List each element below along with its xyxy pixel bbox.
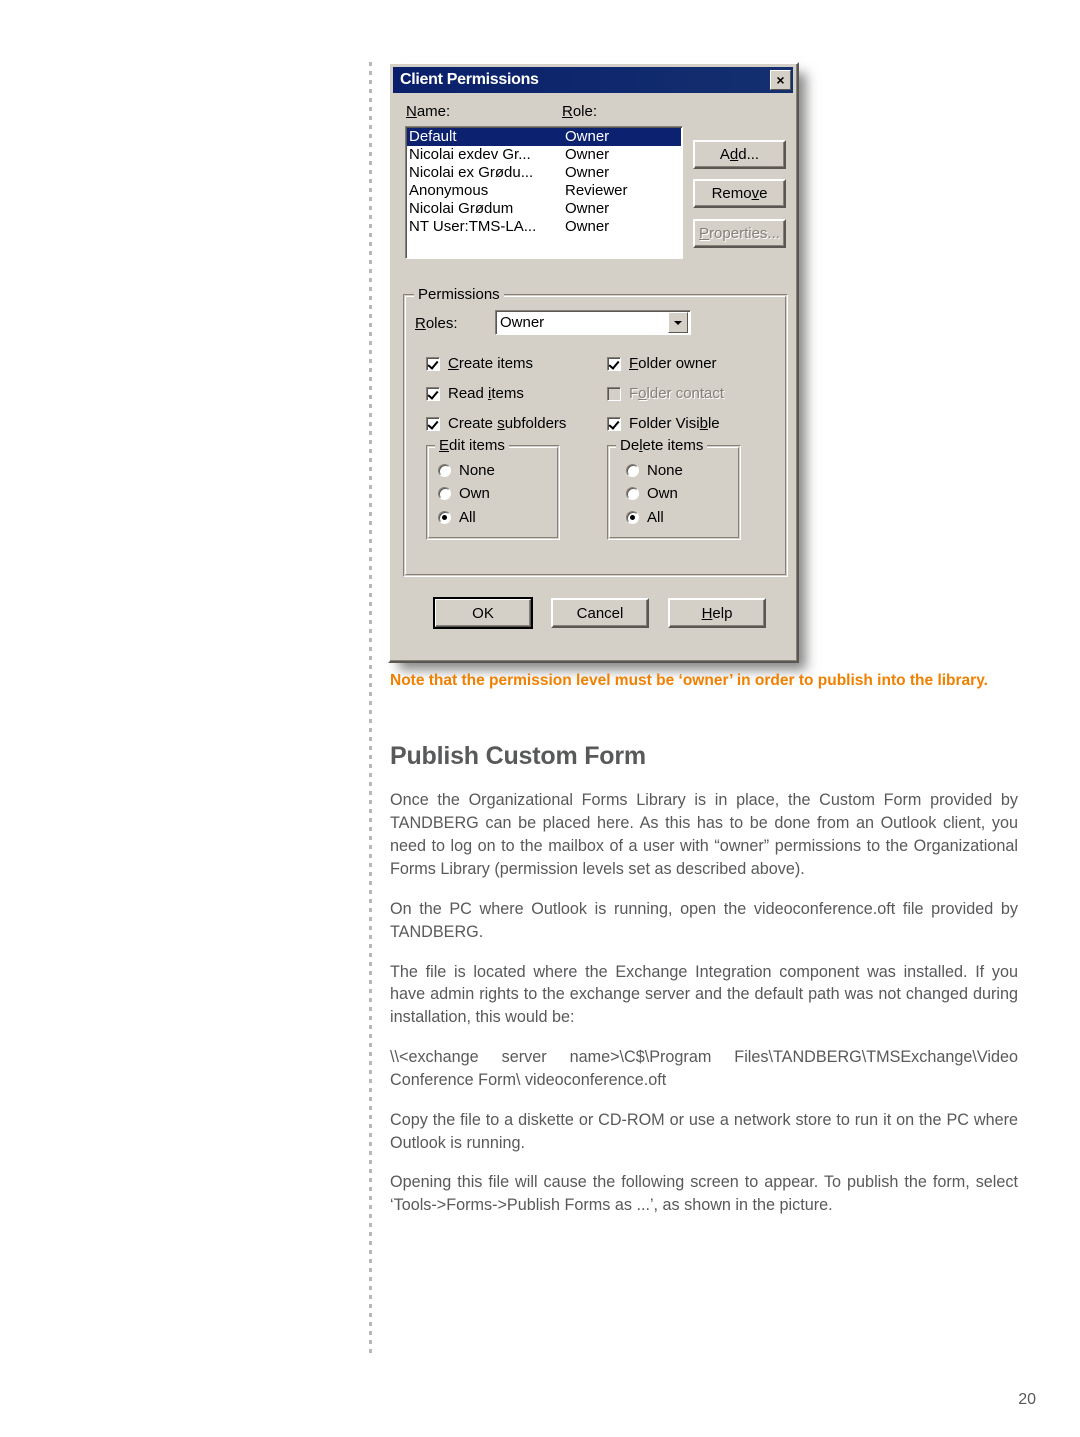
cancel-button-label: Cancel [576,604,624,622]
ok-button[interactable]: OK [433,597,533,629]
radio-delete-all[interactable]: All [626,509,664,526]
radio-label: Own [459,485,490,502]
radio-label: All [459,509,476,526]
row-name: Nicolai Grødum [409,200,514,217]
radio-label: Own [647,485,678,502]
client-permissions-dialog: Client Permissions × Name: Role: Default… [388,62,799,663]
checkbox-label: Folder owner [629,355,717,372]
roles-selected-value: Owner [500,314,545,331]
note-callout: Note that the permission level must be ‘… [390,672,988,689]
checkbox-create-subfolders[interactable]: Create subfolders [426,415,566,432]
checkmark-icon [607,416,621,431]
help-button[interactable]: Help [668,598,766,628]
row-name: Anonymous [409,182,489,199]
row-name: Default [409,128,457,145]
file-path-paragraph: \\<exchange server name>\C$\Program File… [390,1048,1018,1089]
paragraph: The file is located where the Exchange I… [390,962,1018,1027]
page-margin-dotted-rule [369,62,372,1356]
checkbox-label: Folder contact [629,385,725,402]
row-role: Reviewer [565,182,628,199]
permissions-groupbox-title: Permissions [414,286,504,303]
row-role: Owner [565,164,610,181]
row-name: NT User:TMS-LA... [409,218,537,235]
checkbox-label: Read items [448,385,524,402]
roles-dropdown[interactable]: Owner [495,310,691,335]
radio-delete-none[interactable]: None [626,462,683,479]
row-role: Owner [565,218,610,235]
radio-edit-all[interactable]: All [438,509,476,526]
row-role: Owner [565,146,610,163]
name-column-label: Name: [406,103,451,120]
checkmark-icon [426,416,440,431]
paragraph: On the PC where Outlook is running, open… [390,899,1018,941]
radio-label: None [459,462,495,479]
checkbox-create-items[interactable]: Create items [426,355,533,372]
table-row[interactable]: Anonymous Reviewer [407,182,681,200]
page-number: 20 [1018,1391,1036,1408]
checkmark-icon [607,386,621,401]
checkmark-icon [426,356,440,371]
page-title: Publish Custom Form [390,742,646,771]
table-row[interactable]: NT User:TMS-LA... Owner [407,218,681,236]
close-icon[interactable]: × [770,70,791,90]
document-page: Client Permissions × Name: Role: Default… [0,0,1080,1437]
checkbox-folder-contact: Folder contact [607,385,724,402]
checkbox-label: Folder Visible [629,415,720,432]
checkbox-label: Create items [448,355,534,372]
table-row[interactable]: Nicolai ex Grødu... Owner [407,164,681,182]
roles-label: Roles: [415,315,458,332]
chevron-down-icon[interactable] [668,312,688,333]
paragraph: Copy the file to a diskette or CD-ROM or… [390,1110,1018,1152]
dialog-title: Client Permissions [400,71,539,88]
radio-icon [626,511,639,524]
radio-icon [438,487,451,500]
paragraph: Opening this file will cause the followi… [390,1173,1018,1215]
radio-label: All [647,509,664,526]
checkbox-folder-visible[interactable]: Folder Visible [607,415,720,432]
dialog-inner-frame: Client Permissions × Name: Role: Default… [390,64,797,661]
table-row[interactable]: Default Owner [407,128,681,146]
radio-icon [438,511,451,524]
row-role: Owner [565,200,610,217]
checkmark-icon [607,356,621,371]
table-row[interactable]: Nicolai Grødum Owner [407,200,681,218]
role-column-label: Role: [562,103,598,120]
radio-delete-own[interactable]: Own [626,485,678,502]
checkbox-folder-owner[interactable]: Folder owner [607,355,717,372]
radio-label: None [647,462,683,479]
ok-button-label: OK [472,604,494,622]
radio-edit-none[interactable]: None [438,462,495,479]
checkbox-label: Create subfolders [448,415,567,432]
dialog-titlebar: Client Permissions × [393,67,793,93]
radio-edit-own[interactable]: Own [438,485,490,502]
edit-items-groupbox-title: Edit items [435,437,509,454]
radio-icon [438,464,451,477]
permissions-listbox[interactable]: Default Owner Nicolai exdev Gr... Owner … [405,126,683,259]
remove-button[interactable]: Remo v e [693,179,786,208]
row-name: Nicolai exdev Gr... [409,146,531,163]
delete-items-groupbox-title: Delete items [616,437,708,454]
properties-button: Properties... [693,219,786,248]
checkbox-read-items[interactable]: Read items [426,385,524,402]
add-button[interactable]: Ad d... [693,140,786,169]
radio-icon [626,464,639,477]
radio-icon [626,487,639,500]
table-row[interactable]: Nicolai exdev Gr... Owner [407,146,681,164]
cancel-button[interactable]: Cancel [551,598,649,628]
row-role: Owner [565,128,610,145]
checkmark-icon [426,386,440,401]
document-content: Note that the permission level must be ‘… [390,670,1018,1217]
row-name: Nicolai ex Grødu... [409,164,534,181]
paragraph: Once the Organizational Forms Library is… [390,791,1018,878]
